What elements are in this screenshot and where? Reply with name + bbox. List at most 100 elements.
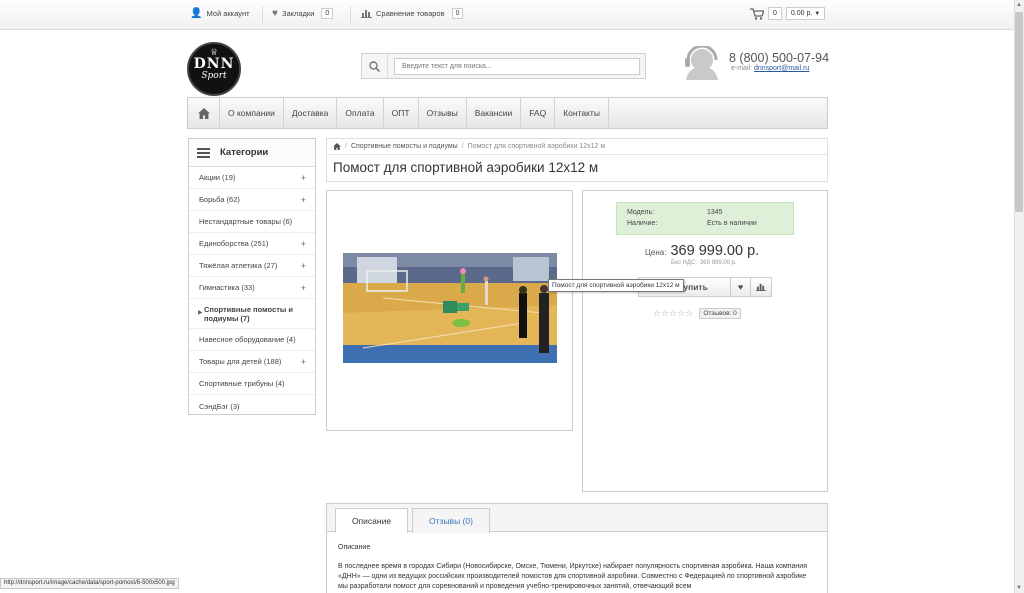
category-item[interactable]: Навесное оборудование (4) [189,329,315,351]
menu-item-delivery[interactable]: Доставка [284,98,338,128]
reviews-count-button[interactable]: Отзывов: 0 [699,308,741,319]
categories-header[interactable]: Категории [189,139,315,167]
search-button[interactable] [362,54,388,78]
price-row: Цена: 369 999.00 р. [645,243,759,259]
tab-reviews[interactable]: Отзывы (0) [412,508,490,533]
site-logo[interactable]: ♕ DNN Sport [187,42,241,96]
category-label: СэндБэг (3) [199,401,240,411]
categories-title: Категории [220,147,269,158]
category-label: Навесное оборудование (4) [199,335,296,344]
expand-icon[interactable]: + [301,173,306,183]
bookmarks-count: 0 [321,8,334,19]
product-info-panel: Модель: 1345 Наличие: Есть в наличии Цен… [582,190,828,492]
category-item-active[interactable]: ▶ Спортивные помосты и подиумы (7) [189,299,315,329]
description-text: В последнее время в городах Сибири (Ново… [338,563,807,590]
bar-chart-icon [756,283,766,291]
compare-link[interactable]: Сравнение товаров 0 [361,8,464,19]
category-item[interactable]: Акции (19) + [189,167,315,189]
logo-subtext: Sport [201,71,227,81]
tax-price: Без НДС: 369 999.00 р. [671,260,737,266]
tab-description[interactable]: Описание [335,508,408,533]
category-label: Товары для детей (188) [199,357,282,366]
menu-item-reviews[interactable]: Отзывы [419,98,467,128]
cart-total: 0.00 р. ▼ [785,7,826,20]
category-item[interactable]: Товары для детей (188) + [189,351,315,373]
user-icon: 👤 [190,8,203,19]
phone-number: 8 (800) 500-07-94 [729,51,830,65]
categories-sidebar: Категории Акции (19) + Борьба (62) + Неста… [188,138,316,415]
browser-status-url: http://dnnsport.ru/image/cache/data/spor… [0,578,179,589]
cart-total-value: 0.00 р. [790,10,813,17]
caret-right-icon: ▶ [198,310,203,316]
menu-icon [197,147,210,158]
operator-icon [682,44,720,80]
category-item[interactable]: Единоборства (251) + [189,233,315,255]
bookmarks-link[interactable]: ♥ Закладки 0 [272,8,334,19]
cart-count: 0 [768,7,782,20]
model-label: Модель: [627,209,655,216]
breadcrumb-category-link[interactable]: Спортивные помосты и подиумы [351,143,458,150]
price-label: Цена: [645,248,667,257]
my-account-link[interactable]: 👤 Мой аккаунт [190,8,250,19]
chevron-down-icon: ▼ [814,11,821,17]
menu-item-contacts[interactable]: Контакты [555,98,609,128]
bar-chart-icon [361,10,372,18]
expand-icon[interactable]: + [301,195,306,205]
category-item[interactable]: Спортивные трибуны (4) [189,373,315,395]
expand-icon[interactable]: + [301,239,306,249]
add-to-compare-button[interactable] [751,278,771,296]
home-button[interactable] [188,98,220,128]
category-item[interactable]: Тяжёлая атлетика (27) + [189,255,315,277]
rating-stars: ☆☆☆☆☆ [653,308,693,319]
scrollbar-thumb[interactable] [1015,12,1023,212]
expand-icon[interactable]: + [301,261,306,271]
search-box [361,53,646,79]
logo-text: DNN [193,56,235,72]
category-label: Гимнастика (33) [199,283,255,292]
star-icon: ☆ [685,308,694,318]
rating-row: ☆☆☆☆☆ Отзывов: 0 [653,308,741,319]
availability-label: Наличие: [627,220,658,227]
cart-dropdown[interactable]: 0 0.00 р. ▼ [750,7,826,20]
menu-item-wholesale[interactable]: ОПТ [384,98,419,128]
availability-row: Наличие: Есть в наличии [627,220,757,227]
category-item[interactable]: Борьба (62) + [189,189,315,211]
category-item[interactable]: Нестандартные товары (6) [189,211,315,233]
email-link[interactable]: dnnsport@mail.ru [754,65,809,72]
category-item[interactable]: СэндБэг (3) [189,395,315,417]
top-bar: 👤 Мой аккаунт ♥ Закладки 0 Сравнение тов… [0,0,1014,30]
star-icon: ☆ [661,308,670,318]
page-title: Помост для спортивной аэробики 12x12 м [333,160,599,175]
category-label: Акции (19) [199,173,236,182]
scroll-up-arrow-icon[interactable]: ▲ [1014,0,1024,10]
scroll-down-arrow-icon[interactable]: ▼ [1014,583,1024,593]
home-icon[interactable] [333,143,341,150]
product-image-panel [326,190,573,431]
category-label: Спортивные помосты и подиумы (7) [204,304,293,323]
breadcrumb-panel: / Спортивные помосты и подиумы / Помост … [326,138,828,182]
add-to-wishlist-button[interactable]: ♥ [731,278,751,296]
breadcrumb: / Спортивные помосты и подиумы / Помост … [333,143,605,150]
breadcrumb-separator: / [461,143,464,150]
product-photo[interactable] [343,253,557,363]
category-label: Борьба (62) [199,195,240,204]
search-icon [369,60,380,72]
search-input[interactable] [394,58,640,75]
description-title: Описание [338,544,371,551]
email-line: e-mail: dnnsport@mail.ru [731,65,809,72]
menu-item-faq[interactable]: FAQ [521,98,556,128]
expand-icon[interactable]: + [301,357,306,367]
menu-item-payment[interactable]: Оплата [337,98,384,128]
menu-item-vacancies[interactable]: Вакансии [467,98,522,128]
breadcrumb-current[interactable]: Помост для спортивной аэробики 12x12 м [468,143,605,150]
expand-icon[interactable]: + [301,283,306,293]
menu-item-about[interactable]: О компании [220,98,284,128]
tax-label: Без НДС: [671,260,697,266]
category-item[interactable]: Гимнастика (33) + [189,277,315,299]
page-scrollbar[interactable]: ▲ ▼ [1014,0,1024,593]
heart-icon: ♥ [272,8,278,19]
product-price: 369 999.00 р. [670,243,760,259]
category-label: Нестандартные товары (6) [199,217,293,226]
model-value: 1345 [707,209,723,216]
my-account-label: Мой аккаунт [206,9,250,18]
